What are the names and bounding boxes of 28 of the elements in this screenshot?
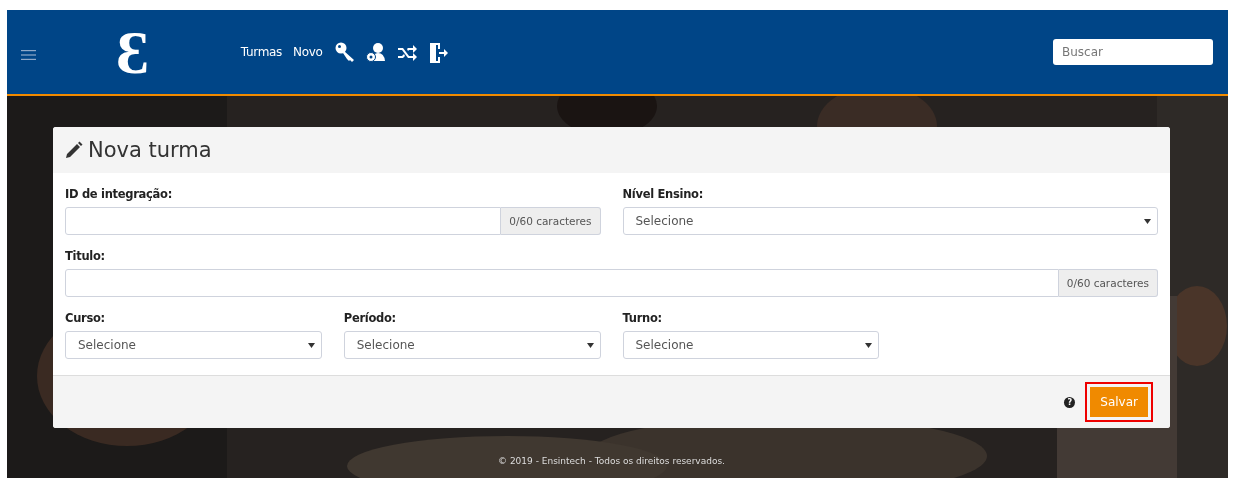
character-counter: 0/60 caracteres (501, 207, 601, 235)
field-label: Período: (343, 311, 397, 325)
select-dropdown[interactable]: Selecione (622, 331, 880, 359)
field-label: Curso: (65, 311, 106, 325)
pencil-icon (65, 141, 83, 159)
nav-link[interactable]: Turmas (240, 45, 283, 59)
copyright-text: © 2019 - Ensintech - Todos os direitos reservados. (498, 456, 725, 466)
key-icon[interactable] (333, 41, 356, 63)
user-gear-icon[interactable] (364, 41, 387, 63)
select-dropdown[interactable]: Selecione (343, 331, 601, 359)
text-field[interactable] (65, 207, 502, 235)
brand-logo[interactable]: Ɛ (116, 21, 149, 83)
form-title: Nova turma (88, 138, 212, 162)
field-label: Nível Ensino: (622, 187, 704, 201)
help-icon[interactable]: ? (1064, 396, 1076, 408)
text-field[interactable] (65, 269, 1059, 297)
field-label: Turno: (622, 311, 663, 325)
caret-icon (865, 342, 873, 348)
search-field[interactable]: Buscar (1053, 39, 1213, 65)
caret-icon (307, 342, 315, 348)
field-label: ID de integração: (65, 187, 173, 201)
select-dropdown[interactable]: Selecione (622, 207, 1158, 235)
field-label: Titulo: (65, 249, 106, 263)
character-counter: 0/60 caracteres (1058, 269, 1158, 297)
caret-icon (586, 342, 594, 348)
caret-icon (1144, 218, 1151, 224)
select-dropdown[interactable]: Selecione (65, 331, 322, 359)
nav-link[interactable]: Novo (293, 45, 323, 59)
